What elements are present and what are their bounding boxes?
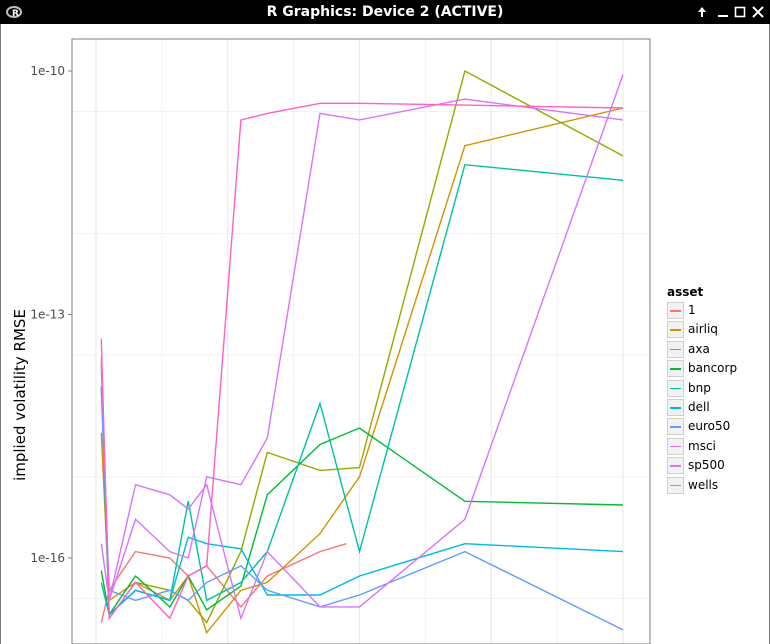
legend-key-line (670, 387, 681, 390)
legend-item: bnp (667, 379, 767, 397)
legend-key-line (670, 368, 681, 370)
plot-panel (72, 39, 650, 644)
legend-key-line (670, 329, 681, 331)
legend-key (667, 399, 684, 416)
legend-key-line (670, 426, 681, 428)
legend-key-line (670, 465, 681, 467)
legend-item: 1 (667, 302, 767, 319)
legend-label: bancorp (688, 361, 738, 376)
legend-key-line (670, 445, 681, 448)
legend-key (667, 476, 684, 494)
legend-key (667, 437, 684, 455)
legend-key (667, 379, 684, 397)
legend-key-line (670, 348, 681, 351)
chart: 1e-10 1e-13 1e-16 (30, 38, 651, 644)
legend-item: bancorp (667, 360, 767, 378)
legend-key (667, 457, 684, 475)
legend-key (667, 360, 684, 378)
legend-key (667, 321, 684, 339)
y-axis-label: implied volatility RMSE (11, 309, 29, 481)
y-tick-label: 1e-10 (30, 64, 65, 78)
legend-title: asset (667, 285, 704, 299)
legend-item: dell (667, 399, 767, 416)
legend-label: bnp (688, 380, 711, 395)
legend-key (667, 302, 684, 319)
legend-label: dell (688, 400, 710, 414)
legend-label: euro50 (688, 419, 731, 434)
legend-item: axa (667, 340, 767, 358)
legend-item: sp500 (667, 457, 767, 475)
legend-label: wells (688, 477, 719, 492)
legend-label: 1 (688, 303, 696, 317)
legend-key (667, 418, 684, 436)
legend-item: airliq (667, 321, 767, 339)
legend-label: axa (688, 341, 710, 356)
y-tick-label: 1e-16 (30, 551, 65, 565)
legend-key-line (670, 407, 681, 409)
legend-label: msci (688, 438, 716, 453)
legend-key-line (670, 310, 681, 312)
legend-label: sp500 (688, 458, 725, 473)
legend-key (667, 340, 684, 358)
legend-item: msci (667, 437, 767, 455)
legend-item: wells (667, 476, 767, 494)
y-tick-label: 1e-13 (30, 308, 65, 322)
legend-key-line (670, 484, 681, 487)
legend-item: euro50 (667, 418, 767, 436)
legend-label: airliq (688, 322, 718, 337)
